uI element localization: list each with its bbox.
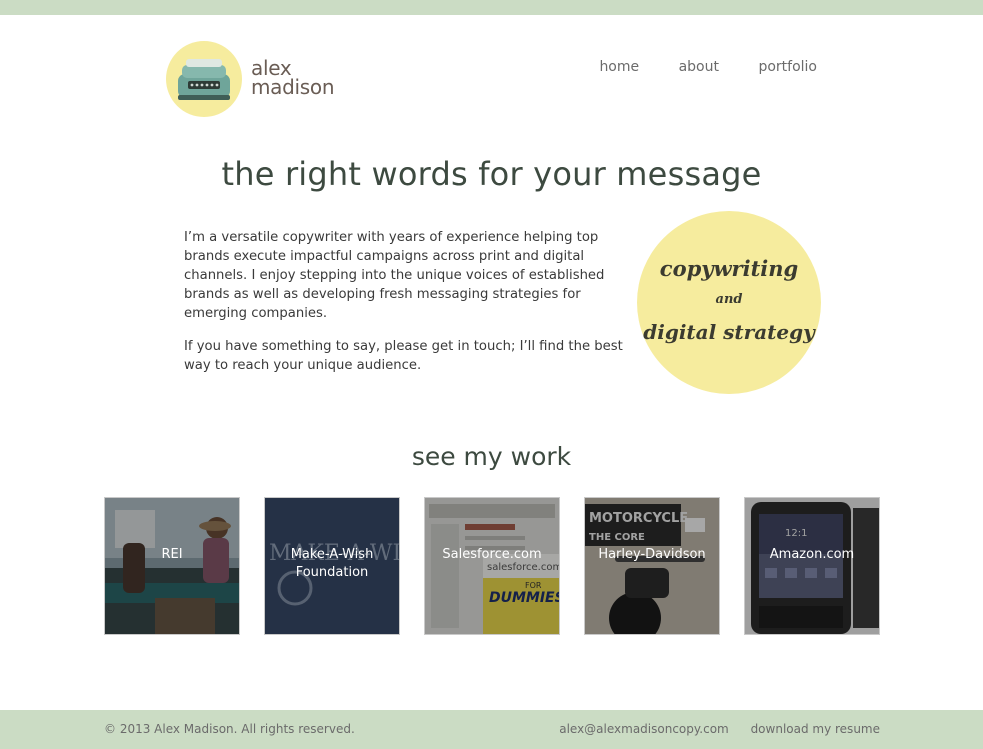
smartphone-photo: 12:1 [745,498,879,634]
top-accent-bar [0,0,983,15]
nav-home[interactable]: home [599,59,639,75]
badge-line-3: digital strategy [643,320,815,344]
copyright-text: © 2013 Alex Madison. All rights reserved… [104,722,355,736]
typewriter-icon [166,41,242,117]
site-logo[interactable]: alex madison [166,41,356,117]
logo-wordmark: alex madison [251,58,335,99]
portfolio-tile-make-a-wish[interactable]: MAKE-A-WISH. Make-A-Wish Foundation [264,497,400,635]
tile-label: Salesforce.com [442,547,542,562]
portfolio-tile-salesforce[interactable]: salesforce.com FOR DUMMIES Salesforce.co… [424,497,560,635]
portfolio-tile-amazon[interactable]: 12:1 Amazon.com [744,497,880,635]
badge-line-2: and [715,292,743,307]
services-badge: copywriting and digital strategy [637,211,821,394]
portfolio-tile-rei[interactable]: REI [104,497,240,635]
badge-line-1: copywriting [659,256,799,281]
work-heading: see my work [411,442,572,471]
resume-download-link[interactable]: download my resume [751,722,880,736]
footer-links: alex@alexmadisoncopy.com download my res… [541,722,880,736]
tile-label: REI [161,547,183,562]
tile-label: Make-A-Wish Foundation [290,547,374,580]
intro-paragraph-1: I’m a versatile copywriter with years of… [184,230,605,321]
intro-paragraph-2: If you have something to say, please get… [184,339,623,373]
salesforce-screenshot: salesforce.com FOR DUMMIES [425,498,559,634]
tile-label: Amazon.com [769,547,855,562]
portfolio-tile-harley-davidson[interactable]: MOTORCYCLE THE CORE Harley-Davidson [584,497,720,635]
site-footer: © 2013 Alex Madison. All rights reserved… [0,710,983,749]
nav-portfolio[interactable]: portfolio [758,59,817,75]
rei-photo [105,498,239,634]
motorcycle-photo: MOTORCYCLE THE CORE [585,498,719,634]
intro-text: I’m a versatile copywriter with years of… [184,228,624,389]
page-headline: the right words for your message [221,155,762,193]
nav-about[interactable]: about [679,59,719,75]
logo-line-2: madison [251,75,335,99]
main-nav: home about portfolio [564,59,817,75]
email-link[interactable]: alex@alexmadisoncopy.com [559,722,729,736]
tile-label: Harley-Davidson [598,547,706,562]
